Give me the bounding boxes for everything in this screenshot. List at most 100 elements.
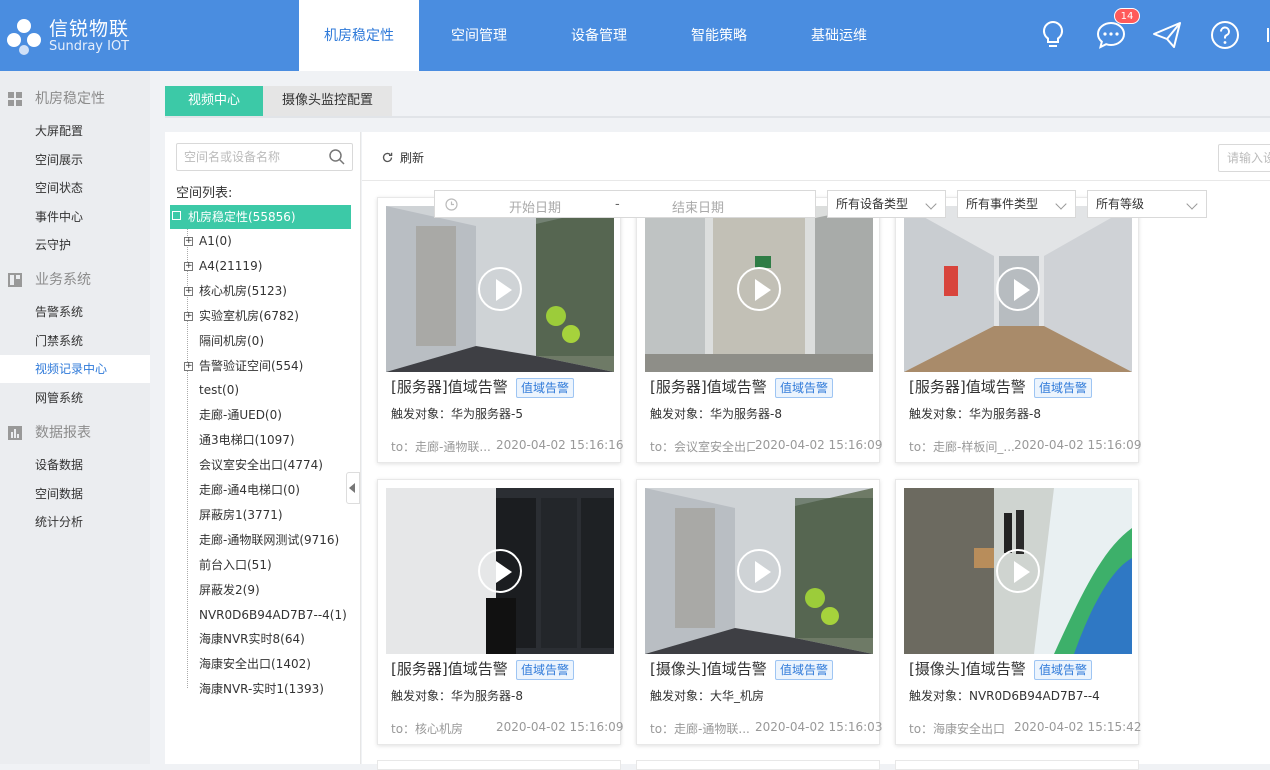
sidebar-item-statistics[interactable]: 统计分析 — [0, 508, 150, 536]
expand-toggle-icon[interactable]: + — [184, 286, 193, 296]
help-icon[interactable] — [1208, 18, 1242, 52]
nav-tab-room-stability[interactable]: 机房稳定性 — [299, 0, 419, 71]
date-range-picker[interactable]: 开始日期 - 结束日期 — [434, 190, 816, 218]
alarm-type-tag: 值域告警 — [516, 378, 575, 398]
play-icon[interactable] — [996, 267, 1040, 311]
keyword-input[interactable]: 请输入设 — [1218, 144, 1270, 172]
tree-node[interactable]: test(0) — [199, 378, 239, 402]
level-select[interactable]: 所有等级 — [1087, 190, 1207, 218]
sidebar-group-label: 业务系统 — [35, 272, 91, 288]
tree-node[interactable]: 前台入口(51) — [199, 553, 272, 577]
sidebar-group-business[interactable]: 业务系统 — [0, 266, 150, 294]
tree-node[interactable]: 海康NVR实时8(64) — [199, 627, 305, 651]
tree-root-node[interactable]: 机房稳定性(55856) — [170, 205, 351, 229]
video-card[interactable]: [摄像头]值域告警 值域告警 触发对象：NVR0D6B94AD7B7--4 to：海康… — [895, 479, 1142, 745]
chart-icon — [8, 426, 22, 440]
video-card[interactable]: [摄像头]值域告警 值域告警 触发对象：大华_机房 to：走廊-通物联... 2020-… — [636, 479, 882, 745]
grid-icon — [8, 273, 22, 287]
sidebar-item-screen-config[interactable]: 大屏配置 — [0, 117, 150, 145]
sidebar-item-space-display[interactable]: 空间展示 — [0, 146, 150, 174]
tree-node[interactable]: 会议室安全出口(4774) — [199, 453, 323, 477]
expand-toggle-icon[interactable]: + — [184, 261, 193, 271]
tree-node[interactable]: NVR0D6B94AD7B7--4(1) — [199, 603, 347, 627]
video-thumbnail[interactable] — [645, 488, 873, 654]
nav-tab-smart-policy[interactable]: 智能策略 — [659, 0, 779, 71]
tab-camera-config[interactable]: 摄像头监控配置 — [263, 86, 393, 116]
expand-toggle-icon[interactable]: + — [184, 311, 193, 321]
sidebar: 机房稳定性 大屏配置 空间展示 空间状态 事件中心 云守护 业务系统 告警系统 … — [0, 71, 150, 764]
video-card[interactable]: [服务器]值域告警 值域告警 触发对象：华为服务器-8 to：走廊-样板间_... 20… — [895, 197, 1142, 463]
tree-node[interactable]: 实验室机房(6782) — [199, 304, 299, 328]
tree-node[interactable]: 走廊-通4电梯口(0) — [199, 478, 300, 502]
video-thumbnail[interactable] — [904, 488, 1132, 654]
sidebar-item-space-data[interactable]: 空间数据 — [0, 480, 150, 508]
video-card[interactable]: [服务器]值域告警 值域告警 触发对象：华为服务器-8 to：会议室安全出口 2020-… — [636, 197, 882, 463]
end-date-placeholder[interactable]: 结束日期 — [672, 197, 724, 216]
video-card-partial — [895, 760, 1139, 770]
start-date-placeholder[interactable]: 开始日期 — [509, 197, 561, 216]
tree-node[interactable]: 隔间机房(0) — [199, 329, 264, 353]
card-timestamp: 2020-04-02 15:15:42 — [1014, 720, 1142, 734]
brand-logo[interactable]: 信锐物联 Sundray IOT — [0, 8, 150, 64]
sidebar-item-access-system[interactable]: 门禁系统 — [0, 327, 150, 355]
card-title: [摄像头]值域告警 — [909, 660, 1026, 678]
tree-node[interactable]: 屏蔽房1(3771) — [199, 503, 283, 527]
video-card[interactable]: [服务器]值域告警 值域告警 触发对象：华为服务器-5 to：走廊-通物联... 202… — [377, 197, 624, 463]
video-thumbnail[interactable] — [386, 488, 614, 654]
tab-video-center[interactable]: 视频中心 — [165, 86, 264, 116]
nav-tab-basic-ops[interactable]: 基础运维 — [779, 0, 899, 71]
lightbulb-icon[interactable] — [1036, 18, 1070, 52]
tree-node[interactable]: A1(0) — [199, 229, 232, 253]
sidebar-item-alarm-system[interactable]: 告警系统 — [0, 298, 150, 326]
card-timestamp: 2020-04-02 15:16:09 — [496, 720, 624, 734]
refresh-button[interactable]: 刷新 — [382, 148, 424, 168]
tree-node[interactable]: 海康安全出口(1402) — [199, 652, 311, 676]
sidebar-item-cloud-guard[interactable]: 云守护 — [0, 231, 150, 259]
play-icon[interactable] — [478, 267, 522, 311]
card-location: to：走廊-样板间_... — [909, 440, 1014, 454]
collapse-toggle-icon[interactable] — [172, 211, 181, 220]
refresh-icon — [382, 152, 393, 163]
collapse-panel-button[interactable] — [346, 472, 360, 504]
sidebar-item-video-records[interactable]: 视频记录中心 — [0, 355, 150, 383]
play-icon[interactable] — [996, 549, 1040, 593]
nav-tab-device-management[interactable]: 设备管理 — [539, 0, 659, 71]
sidebar-item-network-system[interactable]: 网管系统 — [0, 384, 150, 412]
tree-node[interactable]: 走廊-通物联网测试(9716) — [199, 528, 339, 552]
more-icon[interactable] — [1262, 18, 1270, 52]
sidebar-group-room-stability[interactable]: 机房稳定性 — [0, 85, 150, 113]
tree-node[interactable]: A4(21119) — [199, 254, 262, 278]
video-card-partial — [636, 760, 880, 770]
event-type-select[interactable]: 所有事件类型 — [957, 190, 1076, 218]
sub-tabs: 视频中心 摄像头监控配置 — [165, 86, 393, 116]
video-card[interactable]: [服务器]值域告警 值域告警 触发对象：华为服务器-8 to：核心机房 2020-04-… — [377, 479, 624, 745]
tree-node[interactable]: 走廊-通UED(0) — [199, 403, 282, 427]
video-card-partial — [377, 760, 621, 770]
main-nav: 机房稳定性 空间管理 设备管理 智能策略 基础运维 — [299, 0, 899, 71]
play-icon[interactable] — [478, 549, 522, 593]
sidebar-item-device-data[interactable]: 设备数据 — [0, 451, 150, 479]
play-icon[interactable] — [737, 549, 781, 593]
video-thumbnail[interactable] — [386, 206, 614, 372]
tree-search-input[interactable] — [184, 144, 329, 170]
device-type-select[interactable]: 所有设备类型 — [827, 190, 946, 218]
play-icon[interactable] — [737, 267, 781, 311]
card-timestamp: 2020-04-02 15:16:16 — [496, 438, 624, 452]
expand-toggle-icon[interactable]: + — [184, 237, 193, 246]
tree-node[interactable]: 屏蔽发2(9) — [199, 578, 260, 602]
sidebar-group-reports[interactable]: 数据报表 — [0, 419, 150, 447]
card-trigger-target: 触发对象：NVR0D6B94AD7B7--4 — [909, 689, 1100, 703]
card-timestamp: 2020-04-02 15:16:09 — [1014, 438, 1142, 452]
video-thumbnail[interactable] — [645, 206, 873, 372]
expand-toggle-icon[interactable]: + — [184, 361, 193, 371]
tree-node[interactable]: 通3电梯口(1097) — [199, 428, 295, 452]
sidebar-item-space-status[interactable]: 空间状态 — [0, 174, 150, 202]
tree-node[interactable]: 海康NVR-实时1(1393) — [199, 677, 324, 701]
nav-tab-space-management[interactable]: 空间管理 — [419, 0, 539, 71]
tree-node[interactable]: 核心机房(5123) — [199, 279, 287, 303]
tree-node[interactable]: 告警验证空间(554) — [199, 354, 303, 378]
sidebar-item-event-center[interactable]: 事件中心 — [0, 203, 150, 231]
video-thumbnail[interactable] — [904, 206, 1132, 372]
send-icon[interactable] — [1150, 18, 1184, 52]
search-icon[interactable] — [328, 148, 346, 166]
